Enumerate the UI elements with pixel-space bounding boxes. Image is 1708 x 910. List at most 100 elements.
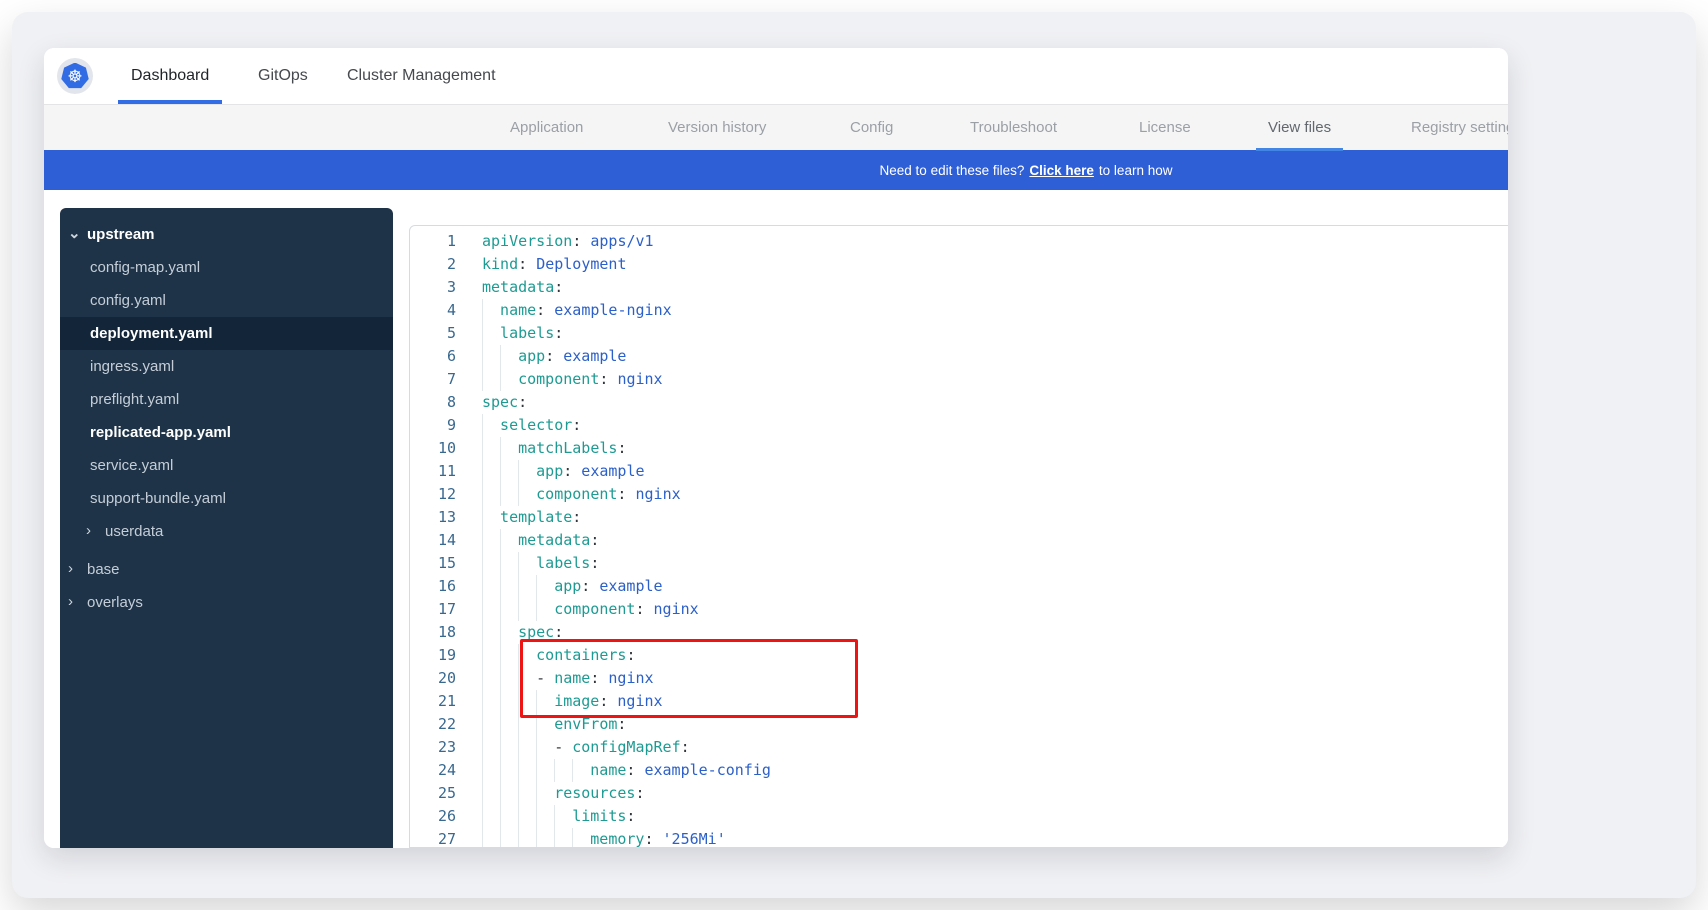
indent-guide [572,828,590,848]
code-token: resources [554,784,635,802]
helm-wheel-glyph: ☸ [67,68,82,85]
indent-guide [500,805,518,828]
code-token: envFrom [554,715,617,733]
line-number: 1 [410,230,456,253]
tab-version-history[interactable]: Version history [668,105,766,151]
code-token: spec [518,623,554,641]
nav-tab-dashboard[interactable]: Dashboard [131,48,209,104]
indent-guide [482,322,500,345]
code-token: : [590,531,599,549]
tree-item-userdata[interactable]: ›userdata [60,515,393,548]
edit-files-banner: Need to edit these files? Click here to … [44,150,1508,190]
indent-guide [482,575,500,598]
code-line-22: 22envFrom: [410,713,1508,736]
code-line-20: 20- name: nginx [410,667,1508,690]
tab-application[interactable]: Application [510,105,583,151]
code-line-5: 5labels: [410,322,1508,345]
code-line-1: 1apiVersion: apps/v1 [410,230,1508,253]
indent-guide [500,828,518,848]
line-number: 25 [410,782,456,805]
click-here-link[interactable]: Click here [1029,163,1094,178]
indent-guide [518,759,536,782]
indent-guide [500,552,518,575]
tab-license[interactable]: License [1139,105,1191,151]
tab-troubleshoot[interactable]: Troubleshoot [970,105,1057,151]
code-editor[interactable]: 1apiVersion: apps/v12kind: Deployment3me… [409,225,1508,848]
indent-guide [482,598,500,621]
indent-guide [482,437,500,460]
indent-guide [482,299,500,322]
line-number: 22 [410,713,456,736]
tree-item-label: support-bundle.yaml [90,490,226,507]
code-text: limits: [456,805,635,828]
code-token: example-nginx [554,301,671,319]
nav-tab-cluster-management[interactable]: Cluster Management [347,48,496,104]
line-number: 12 [410,483,456,506]
line-number: 8 [410,391,456,414]
code-token: kind [482,255,518,273]
code-line-15: 15labels: [410,552,1508,575]
tree-item-replicated-app-yaml[interactable]: replicated-app.yaml [60,416,393,449]
code-token: : [536,301,554,319]
code-text: - configMapRef: [456,736,690,759]
code-token: : [626,646,635,664]
code-token: metadata [482,278,554,296]
code-token: component [536,485,617,503]
banner-text-suffix: to learn how [1099,163,1173,178]
code-token: example [581,462,644,480]
code-text: component: nginx [456,483,681,506]
tree-item-support-bundle-yaml[interactable]: support-bundle.yaml [60,482,393,515]
tree-item-upstream[interactable]: ⌄upstream [60,218,393,251]
indent-guide [500,368,518,391]
code-text: selector: [456,414,581,437]
code-token: apiVersion [482,232,572,250]
code-text: component: nginx [456,368,663,391]
code-token: - [554,738,572,756]
indent-guide [500,713,518,736]
code-token: name [554,669,590,687]
tree-item-label: ingress.yaml [90,358,174,375]
code-token: : [635,784,644,802]
tree-item-base[interactable]: ›base [60,553,393,586]
code-token: nginx [617,370,662,388]
line-number: 17 [410,598,456,621]
indent-guide [518,483,536,506]
code-line-23: 23- configMapRef: [410,736,1508,759]
tab-registry-settings[interactable]: Registry settings [1411,105,1508,151]
tree-item-ingress-yaml[interactable]: ingress.yaml [60,350,393,383]
code-line-9: 9selector: [410,414,1508,437]
indent-guide [518,575,536,598]
code-token: : [581,577,599,595]
code-token: name [500,301,536,319]
line-number: 23 [410,736,456,759]
tree-item-overlays[interactable]: ›overlays [60,586,393,619]
indent-guide [500,437,518,460]
code-text: resources: [456,782,645,805]
code-token: : [554,324,563,342]
indent-guide [482,713,500,736]
code-token: : [599,370,617,388]
code-token: image [554,692,599,710]
tree-item-config-map-yaml[interactable]: config-map.yaml [60,251,393,284]
code-token: spec [482,393,518,411]
indent-guide [518,713,536,736]
code-line-13: 13template: [410,506,1508,529]
tree-item-deployment-yaml[interactable]: deployment.yaml [60,317,393,350]
indent-guide [536,713,554,736]
nav-tab-gitops[interactable]: GitOps [258,48,308,104]
chevron-down-icon: ⌄ [68,226,83,241]
tree-item-label: deployment.yaml [90,325,213,342]
tab-config[interactable]: Config [850,105,893,151]
indent-guide [500,345,518,368]
tree-item-service-yaml[interactable]: service.yaml [60,449,393,482]
tree-item-preflight-yaml[interactable]: preflight.yaml [60,383,393,416]
indent-guide [482,345,500,368]
tab-view-files[interactable]: View files [1268,105,1331,151]
indent-guide [536,782,554,805]
indent-guide [482,644,500,667]
chevron-right-icon: › [68,561,83,576]
tree-item-config-yaml[interactable]: config.yaml [60,284,393,317]
indent-guide [482,368,500,391]
indent-guide [518,598,536,621]
code-token: : [599,692,617,710]
